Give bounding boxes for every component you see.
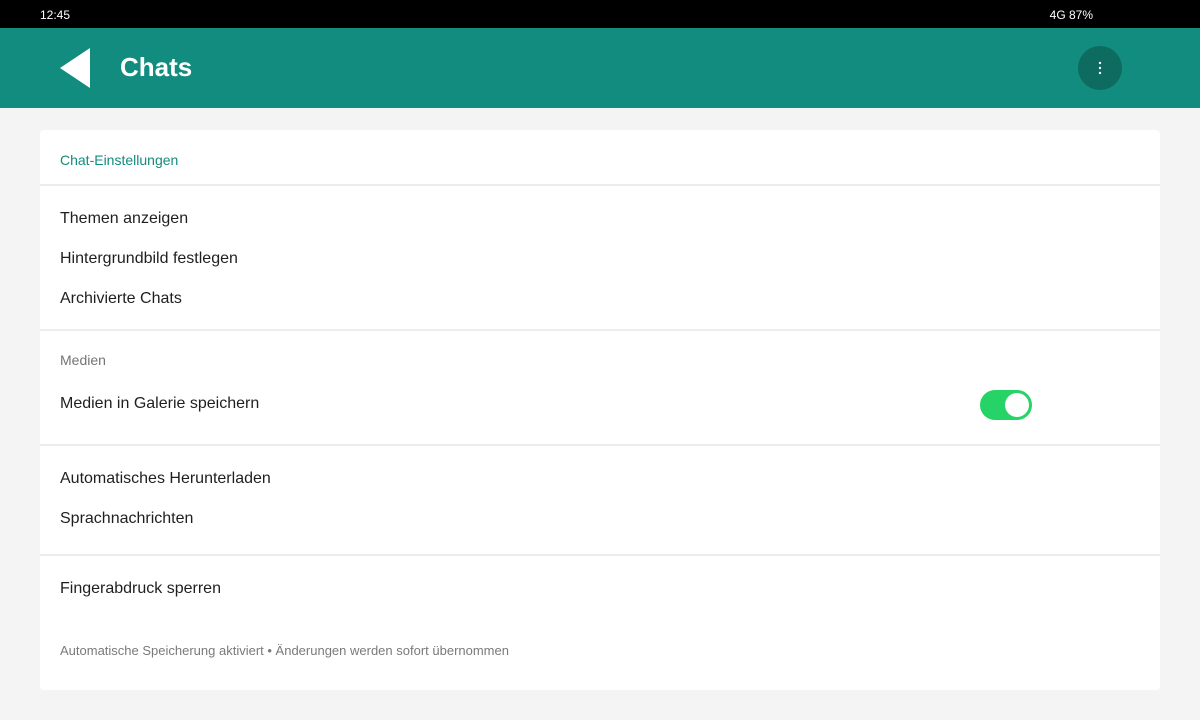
more-vert-icon: [1098, 61, 1102, 75]
settings-item-voice-messages[interactable]: Sprachnachrichten: [60, 509, 193, 529]
more-options-button[interactable]: [1078, 46, 1122, 90]
settings-card: Chat-Einstellungen Themen anzeigen Hinte…: [40, 130, 1160, 690]
app-bar: Chats: [0, 28, 1200, 108]
save-media-toggle[interactable]: [980, 390, 1032, 420]
page-title: Chats: [120, 52, 193, 82]
footnote-status: Automatische Speicherung aktiviert • Änd…: [60, 643, 509, 658]
divider: [40, 554, 1160, 556]
settings-item-wallpaper[interactable]: Hintergrundbild festlegen: [60, 249, 238, 269]
settings-item-save-media-to-gallery[interactable]: Medien in Galerie speichern: [60, 394, 259, 414]
section-title-media: Medien: [60, 352, 106, 368]
section-title-chat-settings: Chat-Einstellungen: [60, 152, 179, 168]
settings-item-archived-chats[interactable]: Archivierte Chats: [60, 289, 182, 309]
status-time: 12:45: [40, 8, 71, 22]
divider: [40, 444, 1160, 446]
status-bar: 12:45 4G 87%: [0, 0, 1200, 28]
settings-item-auto-download[interactable]: Automatisches Herunterladen: [60, 469, 271, 489]
back-arrow-icon: [60, 48, 90, 88]
settings-item-themes[interactable]: Themen anzeigen: [60, 209, 188, 229]
toggle-knob: [1005, 393, 1029, 417]
status-network-battery: 4G 87%: [1049, 8, 1093, 22]
back-button[interactable]: [56, 44, 96, 92]
divider: [40, 329, 1160, 331]
divider: [40, 184, 1160, 186]
settings-item-fingerprint-lock[interactable]: Fingerabdruck sperren: [60, 579, 221, 599]
